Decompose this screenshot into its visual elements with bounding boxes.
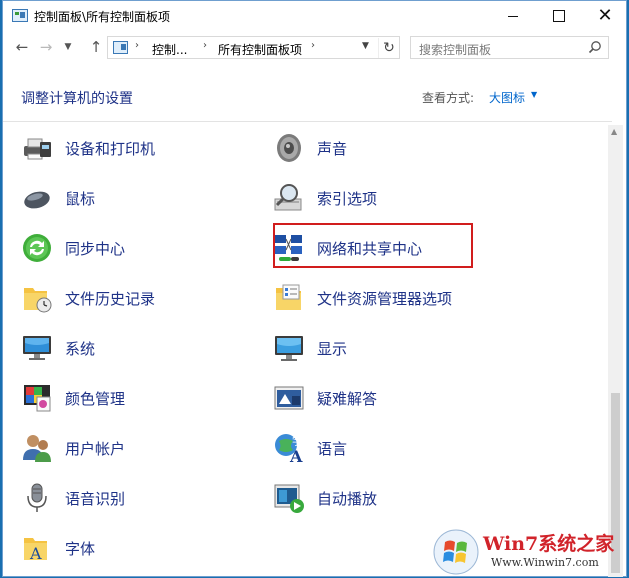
mouse-icon [24,191,50,209]
search-placeholder: 搜索控制面板 [419,43,492,57]
scroll-up-icon[interactable]: ▲ [611,127,617,136]
fonts-icon: A [24,538,47,563]
item-label: 显示 [317,340,348,358]
maximize-icon [553,10,565,22]
item-label: 字体 [65,540,96,558]
close-icon: ✕ [597,5,613,26]
breadcrumb-all-items[interactable]: 所有控制面板项 [218,41,302,58]
printer-icon [24,138,51,160]
window-title: 控制面板\所有控制面板项 [34,10,171,24]
sync-icon [23,234,51,262]
user-accounts-icon [23,435,51,462]
navigation-bar: ← → ▼ ↑ › 控制... › 所有控制面板项 › ▼ ↻ 搜索控制面板 [3,33,626,63]
address-dropdown-icon[interactable]: ▼ [362,41,369,51]
refresh-button[interactable]: ↻ [378,38,399,58]
minimize-icon [508,16,518,17]
svg-text:A: A [289,447,303,464]
control-panel-icon [113,41,128,54]
view-by-label: 查看方式: [422,91,475,105]
language-icon: A 字 [275,434,303,464]
svg-text:A: A [29,544,42,563]
recent-locations-button[interactable]: ▼ [58,37,78,57]
search-input[interactable]: 搜索控制面板 [410,36,609,59]
vertical-scrollbar[interactable]: ▲ [608,125,623,577]
watermark-title: Win7系统之家 [483,533,615,555]
item-label: 设备和打印机 [65,140,156,158]
item-label: 疑难解答 [317,390,378,408]
system-icon [23,336,51,360]
up-button[interactable]: ↑ [86,37,106,57]
header-divider [3,121,612,122]
chevron-right-icon[interactable]: › [311,40,315,51]
troubleshoot-icon [274,386,304,410]
item-label: 文件资源管理器选项 [317,290,453,308]
arrow-up-icon: ↑ [89,38,103,56]
indexing-icon [274,184,302,211]
address-bar[interactable]: › 控制... › 所有控制面板项 › ▼ ↻ [107,36,400,59]
item-label: 用户帐户 [65,440,126,458]
maximize-button[interactable] [536,1,582,31]
title-bar[interactable]: 控制面板\所有控制面板项 ✕ [3,1,626,32]
back-button[interactable]: ← [12,37,32,57]
microphone-icon [27,483,47,512]
autoplay-icon [274,484,304,513]
chevron-right-icon[interactable]: › [135,40,139,51]
control-panel-icon [12,9,28,22]
caret-down-icon[interactable]: ▼ [531,90,537,99]
site-watermark: Win7系统之家 Www.Winwin7.com [431,526,629,578]
control-panel-window: 控制面板\所有控制面板项 ✕ ← → ▼ ↑ › 控制... › 所有控制面板项… [2,0,627,577]
search-icon[interactable] [588,40,602,54]
item-label: 索引选项 [317,190,378,208]
folder-options-icon [276,284,301,310]
item-label: 鼠标 [65,190,96,208]
display-icon [275,336,303,361]
item-label: 颜色管理 [65,390,126,408]
item-label: 同步中心 [65,240,126,258]
network-icon [275,235,302,261]
minimize-button[interactable] [490,1,536,31]
close-button[interactable]: ✕ [582,1,628,31]
item-label: 网络和共享中心 [317,240,423,258]
file-history-icon [24,288,52,313]
forward-button[interactable]: → [36,37,56,57]
page-title: 调整计算机的设置 [21,91,133,107]
chevron-down-icon: ▼ [64,42,72,52]
svg-text:字: 字 [292,435,302,448]
item-label: 语言 [317,440,348,458]
item-label: 自动播放 [317,490,378,508]
breadcrumb-control-panel[interactable]: 控制... [152,41,187,58]
speaker-icon [277,134,301,162]
item-label: 声音 [317,140,348,158]
arrow-right-icon: → [39,38,53,56]
watermark-url: Www.Winwin7.com [491,556,599,569]
color-management-icon [24,385,51,412]
chevron-right-icon[interactable]: › [203,40,207,51]
arrow-left-icon: ← [15,38,29,56]
item-label: 语音识别 [65,490,126,508]
item-label: 系统 [65,340,96,358]
windows-logo-icon [433,529,479,575]
item-label: 文件历史记录 [65,290,156,308]
view-by-dropdown[interactable]: 大图标 [489,89,525,106]
